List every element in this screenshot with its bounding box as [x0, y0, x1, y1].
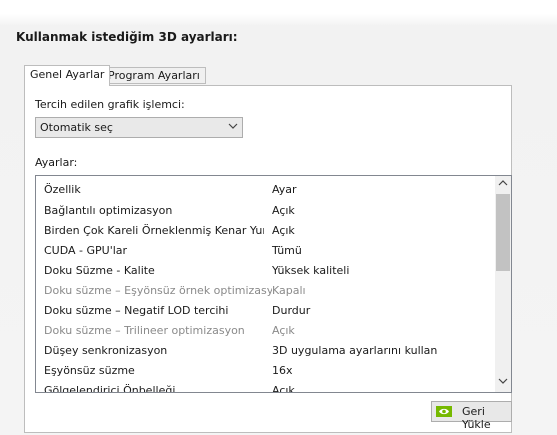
- processor-label: Tercih edilen grafik işlemci:: [35, 98, 185, 111]
- list-item[interactable]: Doku süzme – Trilineer optimizasyon Açık: [36, 321, 494, 341]
- list-item[interactable]: Doku süzme – Eşyönsüz örnek optimizasyon…: [36, 281, 494, 301]
- list-item[interactable]: Bağlantılı optimizasyon Açık: [36, 201, 494, 221]
- list-item[interactable]: Gölgelendirici Önbelleği Açık: [36, 381, 494, 393]
- restore-defaults-button[interactable]: Geri Yükle: [431, 401, 512, 431]
- chevron-down-icon: [228, 121, 238, 134]
- feature-value: Açık: [272, 224, 295, 237]
- feature-name: Düşey senkronizasyon: [44, 344, 168, 357]
- list-item[interactable]: CUDA - GPU'lar Tümü: [36, 241, 494, 261]
- restore-button-label: Geri Yükle: [462, 405, 491, 431]
- feature-name: Doku süzme – Negatif LOD tercihi: [44, 304, 229, 317]
- feature-name: Birden Çok Kareli Örneklenmiş Kenar Yumu…: [44, 224, 264, 237]
- feature-name: Doku süzme – Trilineer optimizasyon: [44, 324, 245, 337]
- graphics-processor-select[interactable]: Otomatik seç: [35, 117, 243, 138]
- tab-program-settings[interactable]: Program Ayarları: [102, 67, 206, 84]
- feature-name: Bağlantılı optimizasyon: [44, 204, 173, 217]
- selected-value: Otomatik seç: [40, 121, 113, 134]
- feature-name: Doku süzme – Eşyönsüz örnek optimizasyon…: [44, 284, 272, 297]
- list-header: Özellik Ayar: [36, 176, 494, 202]
- feature-value: 16x: [272, 364, 293, 377]
- list-item[interactable]: Düşey senkronizasyon 3D uygulama ayarlar…: [36, 341, 494, 361]
- column-header-setting[interactable]: Ayar: [272, 183, 297, 196]
- list-item[interactable]: Doku Süzme - Kalite Yüksek kaliteli: [36, 261, 494, 281]
- feature-name: Gölgelendirici Önbelleği: [44, 384, 176, 393]
- settings-label: Ayarlar:: [35, 156, 78, 169]
- feature-value: Tümü: [272, 244, 302, 257]
- vertical-scrollbar[interactable]: [495, 176, 511, 392]
- settings-list[interactable]: Özellik Ayar Bağlantılı optimizasyon Açı…: [35, 175, 512, 393]
- list-item[interactable]: Birden Çok Kareli Örneklenmiş Kenar Yumu…: [36, 221, 494, 241]
- list-item[interactable]: Doku süzme – Negatif LOD tercihi Durdur: [36, 301, 494, 321]
- tab-general-settings[interactable]: Genel Ayarlar: [24, 65, 111, 86]
- feature-value: Açık: [272, 324, 295, 337]
- feature-value: Durdur: [272, 304, 311, 317]
- feature-value: Yüksek kaliteli: [272, 264, 350, 277]
- list-item[interactable]: Eşyönsüz süzme 16x: [36, 361, 494, 381]
- feature-name: Eşyönsüz süzme: [44, 364, 135, 377]
- page-heading: Kullanmak istediğim 3D ayarları:: [16, 30, 238, 44]
- feature-name: CUDA - GPU'lar: [44, 244, 128, 257]
- scroll-up-icon[interactable]: [495, 178, 511, 192]
- feature-value: Kapalı: [272, 284, 306, 297]
- feature-value: Açık: [272, 384, 295, 393]
- scroll-down-icon[interactable]: [495, 376, 511, 390]
- feature-name: Doku Süzme - Kalite: [44, 264, 155, 277]
- column-header-feature[interactable]: Özellik: [44, 183, 81, 196]
- feature-value: 3D uygulama ayarlarını kullan: [272, 344, 438, 357]
- nvidia-logo-icon: [436, 406, 452, 417]
- scroll-thumb[interactable]: [496, 194, 510, 271]
- feature-value: Açık: [272, 204, 295, 217]
